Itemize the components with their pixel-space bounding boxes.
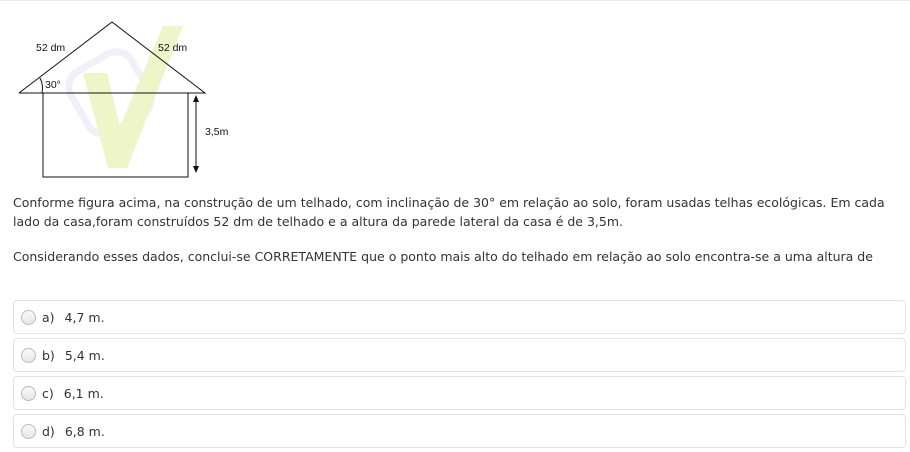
- radio-button-d[interactable]: [21, 423, 36, 439]
- radio-button-b[interactable]: [21, 347, 36, 363]
- option-text: 5,4 m.: [64, 347, 105, 363]
- house-roof-figure: 52 dm 52 dm 30° 3,5m: [15, 18, 245, 183]
- radio-button-c[interactable]: [21, 385, 36, 401]
- angle-arc: [39, 77, 44, 94]
- option-d[interactable]: d) 6,8 m.: [13, 414, 906, 448]
- option-c[interactable]: c) 6,1 m.: [13, 376, 906, 410]
- option-a[interactable]: a) 4,7 m.: [13, 300, 906, 334]
- right-slope-label: 52 dm: [158, 42, 187, 54]
- question-paragraph-2: Considerando esses dados, conclui-se COR…: [13, 249, 873, 264]
- radio-button-a[interactable]: [21, 309, 36, 325]
- option-text: 6,8 m.: [64, 423, 105, 439]
- option-letter: b): [42, 347, 55, 363]
- option-b[interactable]: b) 5,4 m.: [13, 338, 906, 372]
- question-text: Conforme figura acima, na construção de …: [13, 193, 898, 266]
- option-text: 4,7 m.: [64, 309, 105, 325]
- angle-label: 30°: [45, 79, 61, 91]
- question-paragraph-1: Conforme figura acima, na construção de …: [13, 195, 885, 229]
- option-letter: d): [42, 423, 55, 439]
- house-roof-diagram: 52 dm 52 dm 30° 3,5m: [18, 21, 229, 178]
- wall-height-label: 3,5m: [205, 126, 229, 138]
- height-arrow: [193, 95, 199, 173]
- left-slope-label: 52 dm: [36, 42, 65, 54]
- option-letter: a): [42, 309, 55, 325]
- option-letter: c): [42, 385, 54, 401]
- top-divider: [0, 0, 910, 1]
- option-text: 6,1 m.: [63, 385, 104, 401]
- answer-options: a) 4,7 m. b) 5,4 m. c) 6,1 m. d) 6,8 m.: [13, 300, 906, 452]
